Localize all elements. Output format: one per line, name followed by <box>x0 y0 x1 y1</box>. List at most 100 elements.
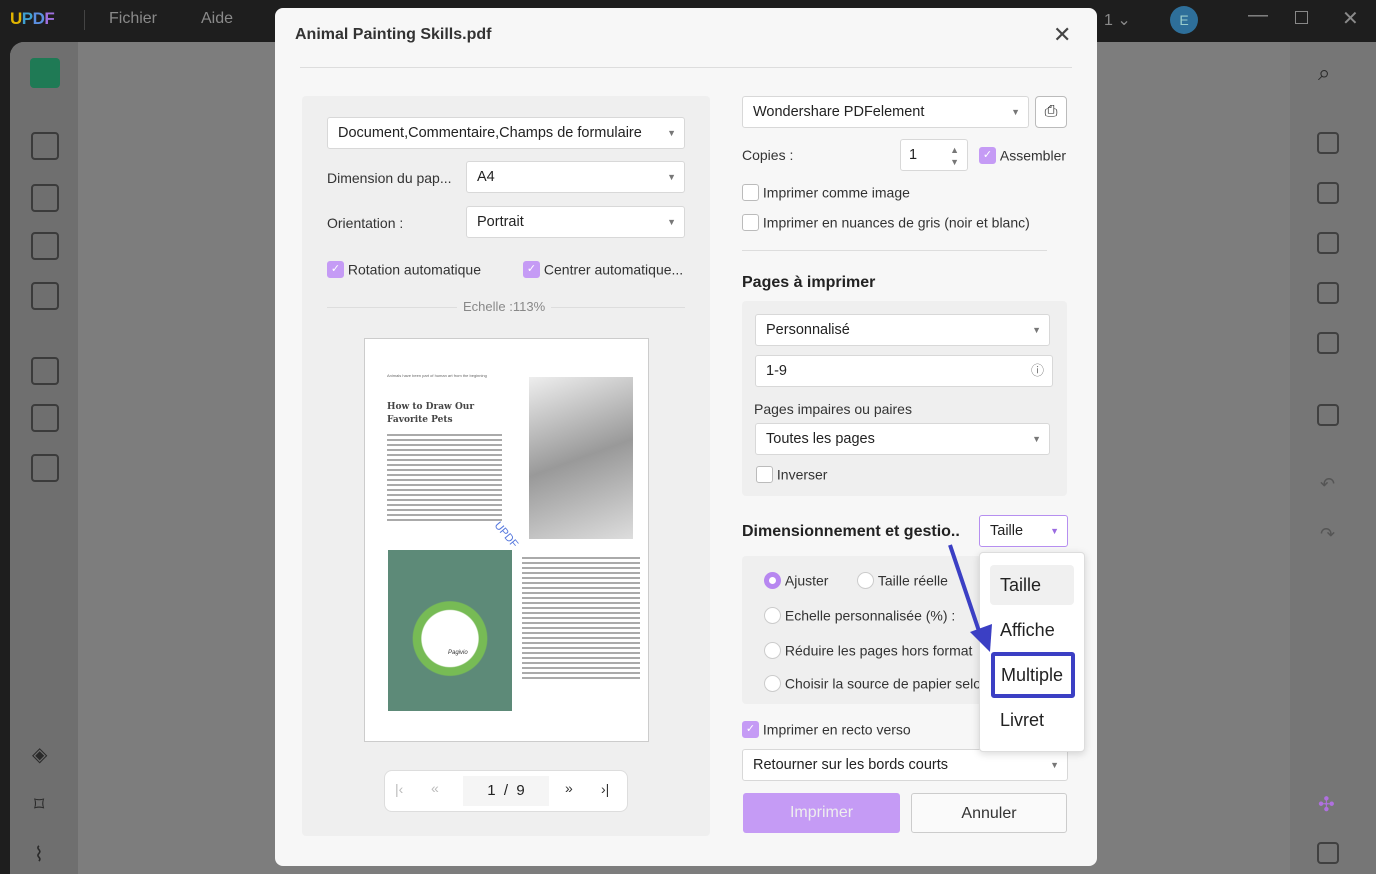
convert-pdf-icon[interactable] <box>1317 182 1339 204</box>
odd-even-label: Pages impaires ou paires <box>754 401 912 417</box>
protect-icon[interactable] <box>1317 232 1339 254</box>
right-toolbar: ⌕ ↶ ↷ ✣ <box>1290 42 1376 874</box>
divider <box>300 67 1072 68</box>
minimize-icon[interactable]: — <box>1248 4 1268 27</box>
grayscale-label: Imprimer en nuances de gris (noir et bla… <box>763 214 1030 230</box>
cancel-button[interactable]: Annuler <box>911 793 1067 833</box>
bookmark-icon[interactable]: ⌑ <box>34 792 44 817</box>
custom-scale-label: Echelle personnalisée (%) : <box>785 607 955 623</box>
checkbox-checked: ✓ <box>523 261 540 278</box>
radio-unselected <box>857 572 874 589</box>
organize-icon[interactable] <box>31 357 59 385</box>
sizing-heading: Dimensionnement et gestio.. <box>742 523 960 541</box>
prev-page-icon[interactable]: « <box>431 780 439 796</box>
current-page: 1 <box>487 782 495 799</box>
first-page-icon[interactable]: |‹ <box>395 781 403 797</box>
dropdown-item-taille[interactable]: Taille <box>990 565 1074 605</box>
duplex-mode-select[interactable]: Retourner sur les bords courts▼ <box>742 749 1068 781</box>
page-preview: Animals have been part of human art from… <box>364 338 649 742</box>
odd-even-select[interactable]: Toutes les pages▼ <box>755 423 1050 455</box>
collate-label: Assembler <box>1000 147 1066 163</box>
crop-icon[interactable] <box>31 404 59 432</box>
grayscale-checkbox[interactable]: Imprimer en nuances de gris (noir et bla… <box>742 213 1030 231</box>
close-icon[interactable]: ✕ <box>1053 22 1071 48</box>
pages-mode-select[interactable]: Personnalisé▼ <box>755 314 1050 346</box>
next-page-icon[interactable]: » <box>565 780 573 796</box>
printer-properties-icon[interactable]: ⎙ <box>1035 96 1067 128</box>
undo-icon[interactable]: ↶ <box>1320 474 1335 495</box>
sign-icon[interactable] <box>31 282 59 310</box>
actual-size-radio[interactable]: Taille réelle <box>857 571 948 589</box>
page-indicator[interactable]: 1 ⌄ <box>1104 10 1131 30</box>
help-icon: ⓘ <box>1031 356 1044 386</box>
page-count: 1 <box>1104 12 1113 29</box>
auto-center-checkbox[interactable]: ✓ Centrer automatique... <box>523 260 683 278</box>
print-as-image-label: Imprimer comme image <box>763 184 910 200</box>
fit-label: Ajuster <box>785 572 829 588</box>
reverse-label: Inverser <box>777 466 828 482</box>
checkbox-checked: ✓ <box>742 721 759 738</box>
save-icon[interactable] <box>1317 404 1339 426</box>
comment-icon[interactable] <box>31 132 59 160</box>
print-button[interactable]: Imprimer <box>743 793 900 833</box>
share-icon[interactable] <box>1317 282 1339 304</box>
menu-fichier[interactable]: Fichier <box>109 10 157 28</box>
paper-size-select[interactable]: A4▼ <box>466 161 685 193</box>
fit-radio[interactable]: Ajuster <box>764 571 828 589</box>
page-separator: / <box>504 782 508 799</box>
total-pages: 9 <box>516 782 524 799</box>
copies-value: 1 <box>909 147 917 163</box>
layers-icon[interactable]: ◈ <box>32 742 47 767</box>
duplex-checkbox[interactable]: ✓ Imprimer en recto verso <box>742 720 911 738</box>
dropdown-item-multiple[interactable]: Multiple <box>991 652 1075 698</box>
page-range-input[interactable]: 1-9 ⓘ <box>755 355 1053 387</box>
auto-rotate-checkbox[interactable]: ✓ Rotation automatique <box>327 260 481 278</box>
printer-select[interactable]: Wondershare PDFelement▼ <box>742 96 1029 128</box>
search-icon[interactable]: ⌕ <box>1318 60 1330 86</box>
sizing-select-value: Taille <box>990 523 1023 539</box>
paper-source-radio[interactable]: Choisir la source de papier selon <box>764 674 1004 692</box>
dropdown-item-livret[interactable]: Livret <box>990 700 1074 740</box>
collate-checkbox[interactable]: ✓ Assembler <box>979 146 1066 164</box>
maximize-icon[interactable] <box>1295 11 1308 24</box>
dropdown-item-affiche[interactable]: Affiche <box>990 610 1074 650</box>
ai-assistant-icon[interactable]: ✣ <box>1318 792 1335 817</box>
email-icon[interactable] <box>1317 332 1339 354</box>
ocr-icon[interactable] <box>1317 132 1339 154</box>
custom-scale-radio[interactable]: Echelle personnalisée (%) : <box>764 606 955 624</box>
dialog-title: Animal Painting Skills.pdf <box>295 26 491 44</box>
orientation-value: Portrait <box>477 214 524 230</box>
reverse-checkbox[interactable]: Inverser <box>756 465 827 483</box>
orientation-select[interactable]: Portrait▼ <box>466 206 685 238</box>
last-page-icon[interactable]: ›| <box>601 781 609 797</box>
checkbox-checked: ✓ <box>979 147 996 164</box>
convert-icon[interactable] <box>31 454 59 482</box>
preview-text-2 <box>522 554 640 682</box>
duplex-label: Imprimer en recto verso <box>763 721 911 737</box>
avatar[interactable]: E <box>1170 6 1198 34</box>
odd-even-value: Toutes les pages <box>766 431 875 447</box>
preview-intro: Animals have been part of human art from… <box>387 373 507 378</box>
menu-aide[interactable]: Aide <box>201 10 233 28</box>
print-dialog: Animal Painting Skills.pdf ✕ Document,Co… <box>275 8 1097 866</box>
page-input[interactable]: 1 / 9 <box>463 776 549 806</box>
attachment-icon[interactable]: ⌇ <box>34 842 44 867</box>
close-window-icon[interactable]: ✕ <box>1342 6 1359 31</box>
radio-unselected <box>764 607 781 624</box>
paper-size-value: A4 <box>477 169 495 185</box>
reader-icon[interactable] <box>30 58 60 88</box>
form-icon[interactable] <box>31 232 59 260</box>
scale-label: Echelle :113% <box>457 299 551 314</box>
pages-heading: Pages à imprimer <box>742 274 875 292</box>
print-as-image-checkbox[interactable]: Imprimer comme image <box>742 183 910 201</box>
content-select[interactable]: Document,Commentaire,Champs de formulair… <box>327 117 685 149</box>
edit-icon[interactable] <box>31 184 59 212</box>
page-range-value: 1-9 <box>766 363 787 379</box>
redo-icon[interactable]: ↷ <box>1320 524 1335 545</box>
copies-stepper[interactable]: 1▲▼ <box>900 139 968 171</box>
comments-panel-icon[interactable] <box>1317 842 1339 864</box>
embroidery-image: Pagivio <box>388 550 512 711</box>
auto-rotate-label: Rotation automatique <box>348 261 481 277</box>
actual-size-label: Taille réelle <box>878 572 948 588</box>
printer-value: Wondershare PDFelement <box>753 104 924 120</box>
